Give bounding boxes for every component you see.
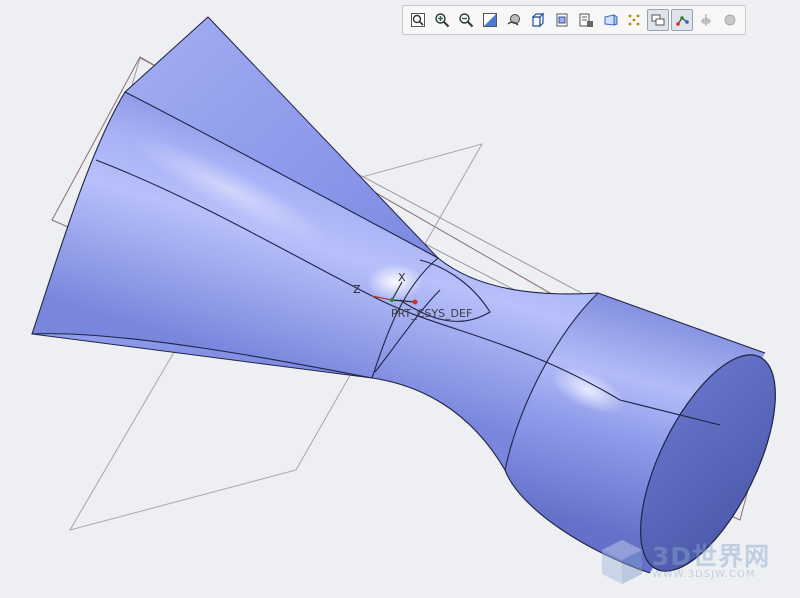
refit-icon <box>411 13 425 27</box>
point-display-icon <box>701 14 711 26</box>
zoom-out-icon <box>459 13 474 28</box>
repaint-button[interactable] <box>479 9 501 31</box>
zoom-out-button[interactable] <box>455 9 477 31</box>
saved-orientations-icon <box>556 13 568 27</box>
csys-axis-z-label: Z <box>353 283 361 296</box>
repaint-icon <box>483 13 497 27</box>
watermark-url: WWW.3DSJW.COM <box>652 569 756 580</box>
perspective-view-icon <box>604 14 618 26</box>
refit-button[interactable] <box>407 9 429 31</box>
csys-axis-x-label: X <box>398 271 406 284</box>
zoom-in-button[interactable] <box>431 9 453 31</box>
spin-center-icon <box>507 14 520 26</box>
csys-display-icon <box>724 14 736 26</box>
csys-label: PRT_CSYS_DEF <box>391 307 473 320</box>
perspective-view-button[interactable] <box>599 9 621 31</box>
datum-display-filters-icon <box>628 14 640 26</box>
point-display-toggle[interactable] <box>695 9 717 31</box>
spin-center-button[interactable] <box>503 9 525 31</box>
plane-display-toggle[interactable] <box>647 9 669 31</box>
graphics-toolbar <box>402 5 746 35</box>
display-style-icon <box>531 12 545 28</box>
view-manager-icon <box>579 13 593 27</box>
display-style-button[interactable] <box>527 9 549 31</box>
plane-display-icon <box>651 14 665 26</box>
csys-display-toggle[interactable] <box>719 9 741 31</box>
axis-display-toggle[interactable] <box>671 9 693 31</box>
watermark-brand: 3D世界网 <box>652 542 771 571</box>
watermark: 3D世界网 WWW.3DSJW.COM <box>600 533 790 588</box>
graphics-window[interactable] <box>0 0 800 598</box>
saved-orientations-button[interactable] <box>551 9 573 31</box>
datum-display-filters-button[interactable] <box>623 9 645 31</box>
axis-display-icon <box>676 16 689 26</box>
view-manager-button[interactable] <box>575 9 597 31</box>
zoom-in-icon <box>435 13 450 28</box>
